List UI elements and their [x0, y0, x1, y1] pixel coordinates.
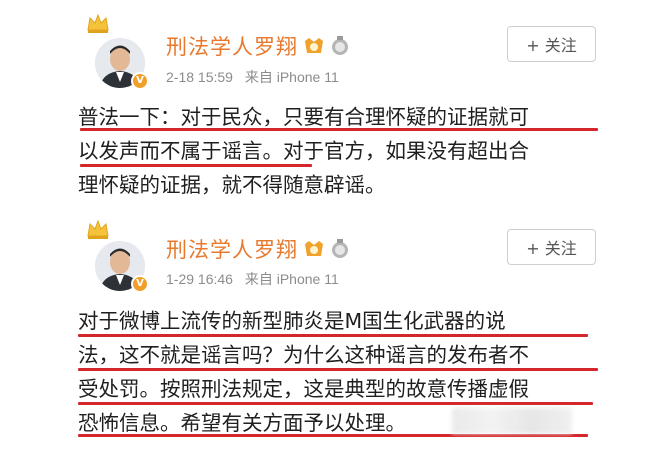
post-body: 普法一下：对于民众，只要有合理怀疑的证据就可 以发声而不属于谣言。对于官方，如果… — [78, 100, 626, 202]
highlight-underline — [78, 434, 588, 437]
silver-medal-icon — [332, 239, 348, 258]
blurred-redaction — [452, 408, 572, 434]
post-line: 受处罚。按照刑法规定，这是典型的故意传播虚假 — [78, 377, 529, 401]
crown-icon — [86, 12, 110, 34]
post-line: 理怀疑的证据，就不得随意辟谣。 — [78, 173, 386, 197]
post-line: 对于微博上流传的新型肺炎是M国生化武器的说 — [78, 309, 506, 333]
post-timestamp: 2-18 15:59 — [166, 69, 233, 85]
highlight-underline — [78, 402, 593, 405]
post-source: 来自 iPhone 11 — [244, 271, 339, 287]
verified-v-icon: V — [131, 275, 149, 293]
weibo-post-1: V 刑法学人罗翔 2-18 15:59 来自 iPhone 11 + 关注 普法… — [0, 0, 645, 210]
silver-medal-icon — [332, 36, 348, 55]
gold-medal-icon — [305, 38, 323, 53]
post-line: 以发声而不属于谣言。对于官方，如果没有超出合 — [78, 139, 529, 163]
highlight-underline — [78, 334, 588, 337]
highlight-underline — [80, 128, 598, 131]
post-source: 来自 iPhone 11 — [244, 69, 339, 85]
verified-v-icon: V — [131, 72, 149, 90]
highlight-underline — [80, 164, 312, 167]
weibo-post-2: V 刑法学人罗翔 1-29 16:46 来自 iPhone 11 + 关注 对于… — [0, 210, 645, 451]
crown-icon — [86, 218, 110, 240]
username[interactable]: 刑法学人罗翔 — [166, 234, 298, 264]
follow-button[interactable]: + 关注 — [507, 26, 596, 62]
gold-medal-icon — [305, 241, 323, 256]
post-line: 法，这不就是谣言吗？为什么这种谣言的发布者不 — [78, 343, 529, 367]
follow-button[interactable]: + 关注 — [507, 229, 596, 265]
username[interactable]: 刑法学人罗翔 — [166, 31, 298, 61]
post-timestamp: 1-29 16:46 — [166, 271, 233, 287]
highlight-underline — [78, 368, 598, 371]
